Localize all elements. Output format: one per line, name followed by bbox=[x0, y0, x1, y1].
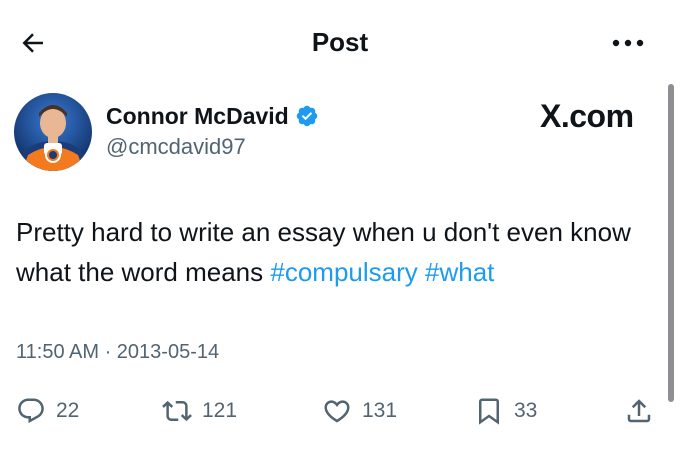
x-com-watermark: X.com bbox=[540, 98, 634, 134]
like-icon bbox=[324, 400, 350, 423]
bookmark-count: 33 bbox=[514, 399, 538, 422]
repost-icon bbox=[162, 400, 192, 422]
reply-button[interactable]: 22 bbox=[16, 392, 79, 430]
tweet-text: Pretty hard to write an essay when u don… bbox=[16, 212, 656, 292]
post-timestamp[interactable]: 11:50 AM · 2013-05-14 bbox=[16, 338, 219, 366]
reply-icon bbox=[18, 398, 44, 424]
like-count: 131 bbox=[362, 399, 398, 422]
hashtag-link[interactable]: #compulsary bbox=[270, 257, 417, 287]
more-icon bbox=[612, 39, 644, 47]
verified-badge-icon bbox=[296, 105, 317, 127]
share-button[interactable] bbox=[624, 392, 654, 430]
avatar[interactable] bbox=[14, 93, 92, 171]
author-display-name[interactable]: Connor McDavid bbox=[106, 100, 319, 132]
author-name-text: Connor McDavid bbox=[106, 103, 289, 129]
page-title: Post bbox=[311, 27, 369, 57]
action-bar: 22 121 131 33 bbox=[0, 392, 680, 430]
share-icon bbox=[627, 399, 651, 423]
repost-button[interactable]: 121 bbox=[162, 392, 237, 430]
hashtag-link[interactable]: #what bbox=[425, 257, 494, 287]
author-handle[interactable]: @cmcdavid97 bbox=[106, 133, 246, 161]
avatar-image bbox=[14, 93, 92, 171]
repost-count: 121 bbox=[202, 399, 238, 422]
scrollbar[interactable] bbox=[668, 84, 674, 402]
reply-count: 22 bbox=[56, 399, 80, 422]
bookmark-button[interactable]: 33 bbox=[474, 392, 537, 430]
top-bar: Post bbox=[0, 0, 680, 84]
like-button[interactable]: 131 bbox=[322, 392, 397, 430]
bookmark-icon bbox=[479, 398, 499, 425]
more-options-button[interactable] bbox=[606, 28, 650, 58]
